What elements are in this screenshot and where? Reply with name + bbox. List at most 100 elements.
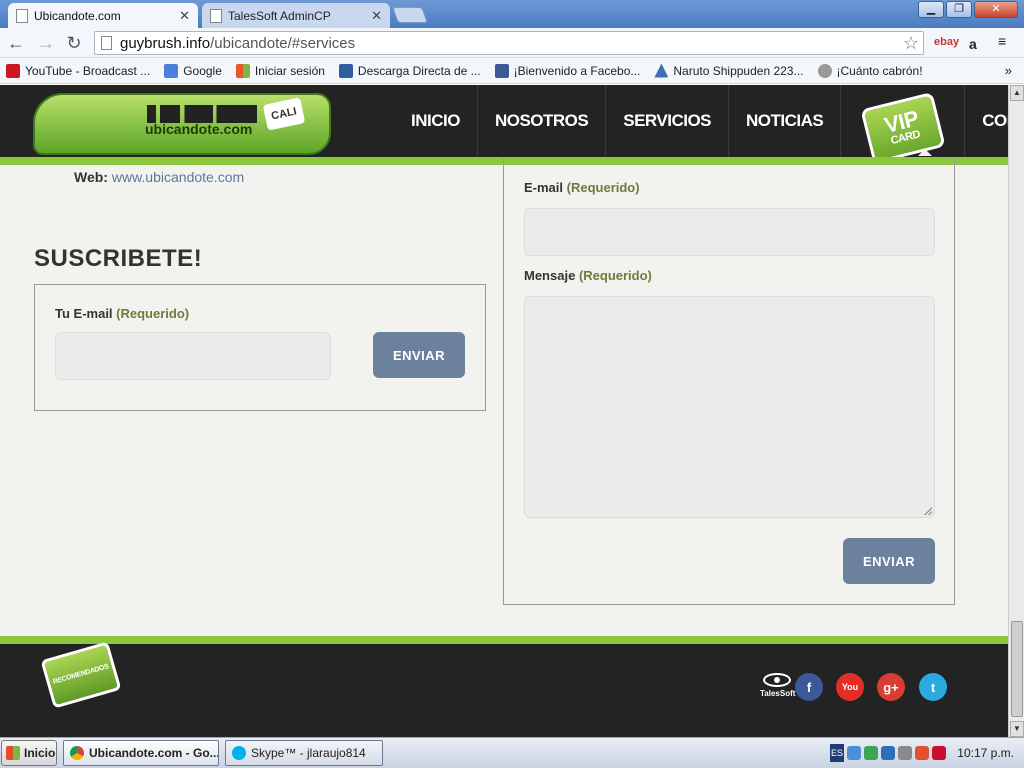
tab-ubicandote[interactable]: Ubicandote.com ✕ <box>8 3 198 28</box>
forward-arrow-icon[interactable]: → <box>36 33 56 53</box>
city-badge: CALI <box>262 97 306 131</box>
bookmark-cuanto-cabron[interactable]: ¡Cuánto cabrón! <box>817 63 923 78</box>
contact-email-label: E-mail (Requerido) <box>524 180 640 195</box>
youtube-icon[interactable]: You <box>836 673 864 701</box>
required-note: (Requerido) <box>116 306 190 321</box>
eye-icon <box>763 673 791 687</box>
shield-check-icon[interactable] <box>864 746 878 760</box>
site-header: ubicandote.com CALI INICIO NOSOTROS SERV… <box>0 85 1008 165</box>
twitter-icon[interactable]: t <box>919 673 947 701</box>
antivirus-icon[interactable] <box>932 746 946 760</box>
facebook-icon[interactable]: f <box>795 673 823 701</box>
contact-send-button[interactable]: ENVIAR <box>843 538 935 584</box>
taskbar-item-chrome[interactable]: Ubicandote.com - Go... <box>63 740 219 766</box>
minimize-button[interactable]: ▁ <box>918 1 944 18</box>
url-path: /ubicandote/#services <box>210 34 356 52</box>
browser-toolbar: ← → ↻ guybrush.info /ubicandote/#service… <box>0 28 1024 58</box>
resize-grip-icon[interactable] <box>924 507 932 515</box>
bookmark-facebook[interactable]: ¡Bienvenido a Facebo... <box>494 63 640 78</box>
close-window-button[interactable]: ✕ <box>974 1 1018 18</box>
subscribe-send-button[interactable]: ENVIAR <box>373 332 465 378</box>
tab-title: TalesSoft AdminCP <box>228 8 331 23</box>
web-line: Web: www.ubicandote.com <box>74 169 244 185</box>
windows-icon <box>235 63 250 78</box>
subscribe-email-label: Tu E-mail (Requerido) <box>55 306 189 321</box>
facebook-icon <box>494 63 509 78</box>
clock[interactable]: 10:17 p.m. <box>957 746 1014 760</box>
bookmark-label: ¡Cuánto cabrón! <box>836 63 923 78</box>
reload-icon[interactable]: ↻ <box>64 33 84 53</box>
nav-nosotros[interactable]: NOSOTROS <box>478 85 607 157</box>
contact-message-textarea[interactable] <box>524 296 935 518</box>
talessoft-label: TalesSoft <box>760 689 796 698</box>
subscribe-email-input[interactable] <box>55 332 331 380</box>
bookmark-label: Google <box>183 63 222 78</box>
main-nav: INICIO NOSOTROS SERVICIOS NOTICIAS VIP C… <box>394 85 1008 165</box>
active-nav-indicator <box>918 149 932 156</box>
contact-email-input[interactable] <box>524 208 935 256</box>
star-icon[interactable]: ☆ <box>903 33 919 54</box>
scrollbar-thumb[interactable] <box>1011 621 1023 717</box>
page-icon <box>101 36 112 50</box>
menu-icon[interactable]: ≡ <box>998 33 1006 49</box>
bookmarks-bar: YouTube - Broadcast ... Google Iniciar s… <box>0 58 1024 84</box>
ebay-icon[interactable]: ebay <box>934 36 959 48</box>
task-label: Ubicandote.com - Go... <box>89 746 219 760</box>
close-icon[interactable]: ✕ <box>371 8 382 24</box>
contact-form: E-mail (Requerido) Mensaje (Requerido) E… <box>503 157 955 605</box>
language-indicator[interactable]: ES <box>830 744 844 762</box>
contact-message-label: Mensaje (Requerido) <box>524 268 652 283</box>
taskbar-item-skype[interactable]: Skype™ - jlaraujo814 <box>225 740 383 766</box>
chrome-icon <box>70 746 84 760</box>
subscribe-form: Tu E-mail (Requerido) ENVIAR <box>34 284 486 411</box>
bookmark-iniciar-sesion[interactable]: Iniciar sesión <box>235 63 325 78</box>
bookmarks-overflow-button[interactable]: » <box>1005 63 1012 78</box>
bookmark-label: Iniciar sesión <box>254 63 325 78</box>
page-icon <box>16 8 28 23</box>
nav-contacto[interactable]: CONTACTO <box>965 85 1008 157</box>
nav-vip-card[interactable]: VIP Card <box>841 85 966 165</box>
skype-icon <box>232 746 246 760</box>
system-tray: ES 10:17 p.m. <box>828 738 1024 768</box>
volume-icon[interactable] <box>898 746 912 760</box>
bookmark-naruto[interactable]: Naruto Shippuden 223... <box>654 63 804 78</box>
bookmark-google[interactable]: Google <box>164 63 222 78</box>
required-note: (Requerido) <box>578 268 652 283</box>
tab-title: Ubicandote.com <box>34 8 121 23</box>
amazon-icon[interactable]: a <box>969 36 977 52</box>
page-scrollbar[interactable]: ▲ ▼ <box>1008 85 1024 737</box>
start-button[interactable]: Inicio <box>1 740 57 766</box>
talessoft-logo[interactable]: TalesSoft <box>760 673 796 698</box>
site-logo[interactable]: ubicandote.com CALI <box>33 93 331 155</box>
network-icon[interactable] <box>847 746 861 760</box>
tray-app-icon[interactable] <box>881 746 895 760</box>
label-text: E-mail <box>524 180 564 195</box>
tab-talessoft-admincp[interactable]: TalesSoft AdminCP ✕ <box>202 3 390 28</box>
address-bar[interactable]: guybrush.info /ubicandote/#services ☆ <box>94 31 924 55</box>
site-footer: RECOMENDADOS TalesSoft f You g+ t <box>0 641 1008 737</box>
start-label: Inicio <box>24 746 56 760</box>
nav-inicio[interactable]: INICIO <box>394 85 478 157</box>
logo-text: ubicandote.com <box>145 121 253 137</box>
back-arrow-icon[interactable]: ← <box>6 33 26 53</box>
restore-button[interactable]: ❐ <box>946 1 972 18</box>
bookmark-label: Descarga Directa de ... <box>357 63 481 78</box>
scroll-down-arrow-icon[interactable]: ▼ <box>1010 721 1024 737</box>
bookmark-youtube[interactable]: YouTube - Broadcast ... <box>6 63 151 78</box>
close-icon[interactable]: ✕ <box>179 8 190 24</box>
subscribe-title: SUSCRIBETE! <box>34 245 203 272</box>
new-tab-button[interactable] <box>392 7 428 23</box>
recommended-badge[interactable]: RECOMENDADOS <box>40 641 122 709</box>
nav-servicios[interactable]: SERVICIOS <box>606 85 730 157</box>
nav-noticias[interactable]: NOTICIAS <box>729 85 842 157</box>
bookmark-descarga-directa[interactable]: Descarga Directa de ... <box>338 63 481 78</box>
web-link[interactable]: www.ubicandote.com <box>112 169 244 185</box>
footer-accent-stripe <box>0 636 1008 644</box>
t-icon <box>338 63 353 78</box>
tray-app-icon[interactable] <box>915 746 929 760</box>
scroll-up-arrow-icon[interactable]: ▲ <box>1010 85 1024 101</box>
google-plus-icon[interactable]: g+ <box>877 673 905 701</box>
bookmark-label: YouTube - Broadcast ... <box>25 63 151 78</box>
web-label: Web: <box>74 169 108 185</box>
google-icon <box>164 63 179 78</box>
